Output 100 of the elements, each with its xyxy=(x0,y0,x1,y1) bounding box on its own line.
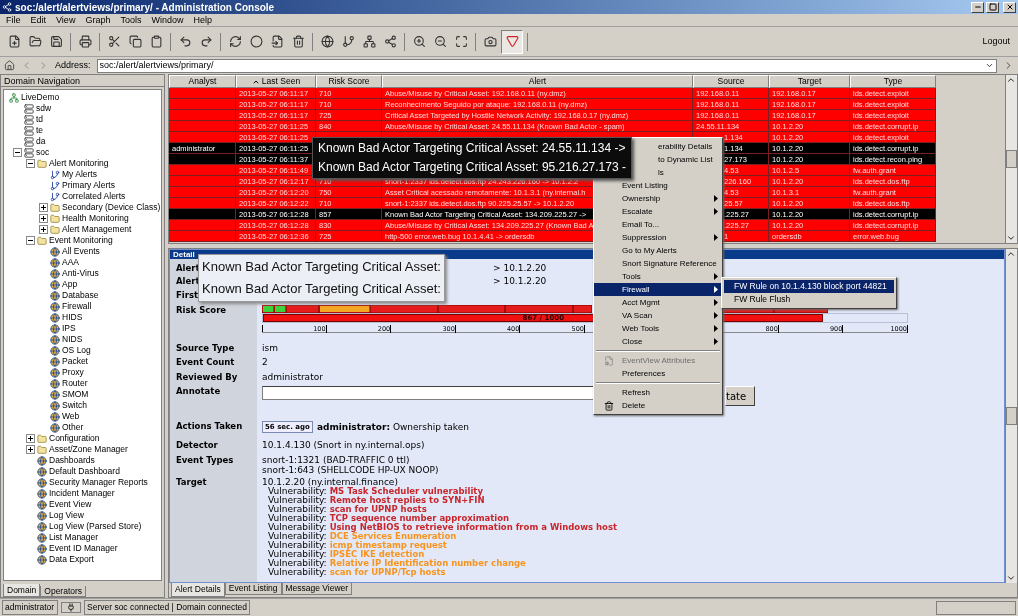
menu-item[interactable]: Preferences xyxy=(594,367,722,380)
tree-item[interactable]: Default Dashboard xyxy=(49,466,120,477)
column-header[interactable]: Source xyxy=(693,75,769,88)
tree-item[interactable]: Health Monitoring xyxy=(62,213,129,224)
tree-item[interactable]: sdw xyxy=(36,103,52,114)
expander-icon[interactable] xyxy=(39,214,48,223)
scroll-down-icon[interactable] xyxy=(1006,233,1016,243)
menu-item[interactable]: Tools xyxy=(120,14,142,26)
menu-item[interactable]: Window xyxy=(151,14,184,26)
column-header[interactable]: Type xyxy=(850,75,936,88)
expander-icon[interactable] xyxy=(26,236,35,245)
menu-item[interactable]: Suppression xyxy=(594,231,722,244)
tree-item[interactable]: Router xyxy=(62,378,88,389)
minimize-button[interactable] xyxy=(971,1,984,13)
menu-item[interactable]: File xyxy=(6,14,21,26)
tree-item[interactable]: IPS xyxy=(62,323,76,334)
tree-item[interactable]: Proxy xyxy=(62,367,84,378)
scroll-down-icon[interactable] xyxy=(1006,573,1016,583)
tree-item[interactable]: te xyxy=(36,125,44,136)
tree-item[interactable]: List Manager xyxy=(49,532,99,543)
detail-tab[interactable]: Alert Details xyxy=(171,583,225,597)
expander-icon[interactable] xyxy=(39,203,48,212)
tree-item[interactable]: Alert Monitoring xyxy=(49,158,109,169)
tree-item[interactable]: Switch xyxy=(62,400,88,411)
tree-item[interactable]: td xyxy=(36,114,44,125)
home-icon[interactable] xyxy=(4,60,15,71)
menu-item[interactable]: Delete xyxy=(594,399,722,412)
logout-link[interactable]: Logout xyxy=(982,36,1010,47)
scroll-up-icon[interactable] xyxy=(1006,249,1016,259)
tree-item[interactable]: Event ID Manager xyxy=(49,543,118,554)
expander-icon[interactable] xyxy=(26,159,35,168)
column-header[interactable]: Analyst xyxy=(169,75,236,88)
menu-item[interactable]: Go to My Alerts xyxy=(594,244,722,257)
expander-icon[interactable] xyxy=(39,225,48,234)
menu-item[interactable]: Graph xyxy=(85,14,111,26)
tree-item[interactable]: Correlated Alerts xyxy=(62,191,126,202)
address-field[interactable]: soc:/alert/alertviews/primary/ xyxy=(96,58,997,73)
tree-item[interactable]: Data Export xyxy=(49,554,94,565)
tree-item[interactable]: SMOM xyxy=(62,389,89,400)
tree-item[interactable]: soc xyxy=(36,147,50,158)
menu-item[interactable]: Edit xyxy=(30,14,47,26)
scrollbar[interactable] xyxy=(1005,75,1017,243)
expander-icon[interactable] xyxy=(13,148,22,157)
tree-item[interactable]: Database xyxy=(62,290,99,301)
menu-item[interactable]: FW Rule Flush xyxy=(724,293,894,306)
tree-item[interactable]: My Alerts xyxy=(62,169,97,180)
menu-item[interactable]: Tools xyxy=(594,270,722,283)
tree-item[interactable]: Log View xyxy=(49,510,84,521)
menu-item[interactable]: Email To... xyxy=(594,218,722,231)
tree-item[interactable]: Firewall xyxy=(62,301,92,312)
tree-item[interactable]: Web xyxy=(62,411,80,422)
column-header[interactable]: Target xyxy=(769,75,850,88)
expander-icon[interactable] xyxy=(26,445,35,454)
tree-item[interactable]: NIDS xyxy=(62,334,83,345)
column-header[interactable]: Risk Score xyxy=(316,75,382,88)
graph-mode-button[interactable] xyxy=(501,29,523,54)
tree-item[interactable]: Secondary (Device Class) xyxy=(62,202,161,213)
menu-item[interactable]: Firewall xyxy=(594,283,722,296)
menu-item[interactable]: FW Rule on 10.1.4.130 block port 44821 xyxy=(724,280,894,293)
detail-tab[interactable]: Event Listing xyxy=(224,583,282,595)
menu-item[interactable]: View xyxy=(56,14,76,26)
tree-item[interactable]: LiveDemo xyxy=(21,92,60,103)
maximize-button[interactable] xyxy=(986,1,999,13)
annotate-button[interactable]: tate xyxy=(725,386,755,406)
tree-item[interactable]: Security Manager Reports xyxy=(49,477,148,488)
tree-item[interactable]: AAA xyxy=(62,257,79,268)
menu-item[interactable]: VA Scan xyxy=(594,309,722,322)
tree-item[interactable]: Other xyxy=(62,422,84,433)
scroll-up-icon[interactable] xyxy=(1006,75,1016,85)
tree-item[interactable]: App xyxy=(62,279,78,290)
tree-item[interactable]: Anti-Virus xyxy=(62,268,99,279)
tree-item[interactable]: Event Monitoring xyxy=(49,235,113,246)
column-header[interactable]: Alert xyxy=(382,75,693,88)
menu-item[interactable]: Refresh xyxy=(594,386,722,399)
menu-item[interactable]: Close xyxy=(594,335,722,348)
pane-tab[interactable]: Domain xyxy=(3,584,41,597)
detail-tab[interactable]: Message Viewer xyxy=(281,583,353,595)
column-header[interactable]: Last Seen xyxy=(236,75,316,88)
menu-item[interactable]: Web Tools xyxy=(594,322,722,335)
close-button[interactable] xyxy=(1003,1,1016,13)
tree-item[interactable]: Incident Manager xyxy=(49,488,115,499)
tree-item[interactable]: Configuration xyxy=(49,433,100,444)
expander-icon[interactable] xyxy=(26,434,35,443)
tree-item[interactable]: Asset/Zone Manager xyxy=(49,444,128,455)
tree-item[interactable]: Alert Management xyxy=(62,224,132,235)
tree-item[interactable]: Packet xyxy=(62,356,88,367)
scroll-thumb[interactable] xyxy=(1006,150,1017,168)
menu-item[interactable]: Acct Mgmt xyxy=(594,296,722,309)
tree-item[interactable]: Event View xyxy=(49,499,92,510)
tree-item[interactable]: Primary Alerts xyxy=(62,180,115,191)
menu-item[interactable]: Help xyxy=(193,14,212,26)
tree-item[interactable]: OS Log xyxy=(62,345,91,356)
tree-item[interactable]: HIDS xyxy=(62,312,83,323)
tree-item[interactable]: da xyxy=(36,136,46,147)
pane-tab[interactable]: Operators xyxy=(40,586,87,597)
tree-item[interactable]: All Events xyxy=(62,246,100,257)
tree-item[interactable]: Dashboards xyxy=(49,455,95,466)
scrollbar[interactable] xyxy=(1005,249,1017,583)
menu-item[interactable]: Snort Signature Reference xyxy=(594,257,722,270)
tree-item[interactable]: Log View (Parsed Store) xyxy=(49,521,142,532)
